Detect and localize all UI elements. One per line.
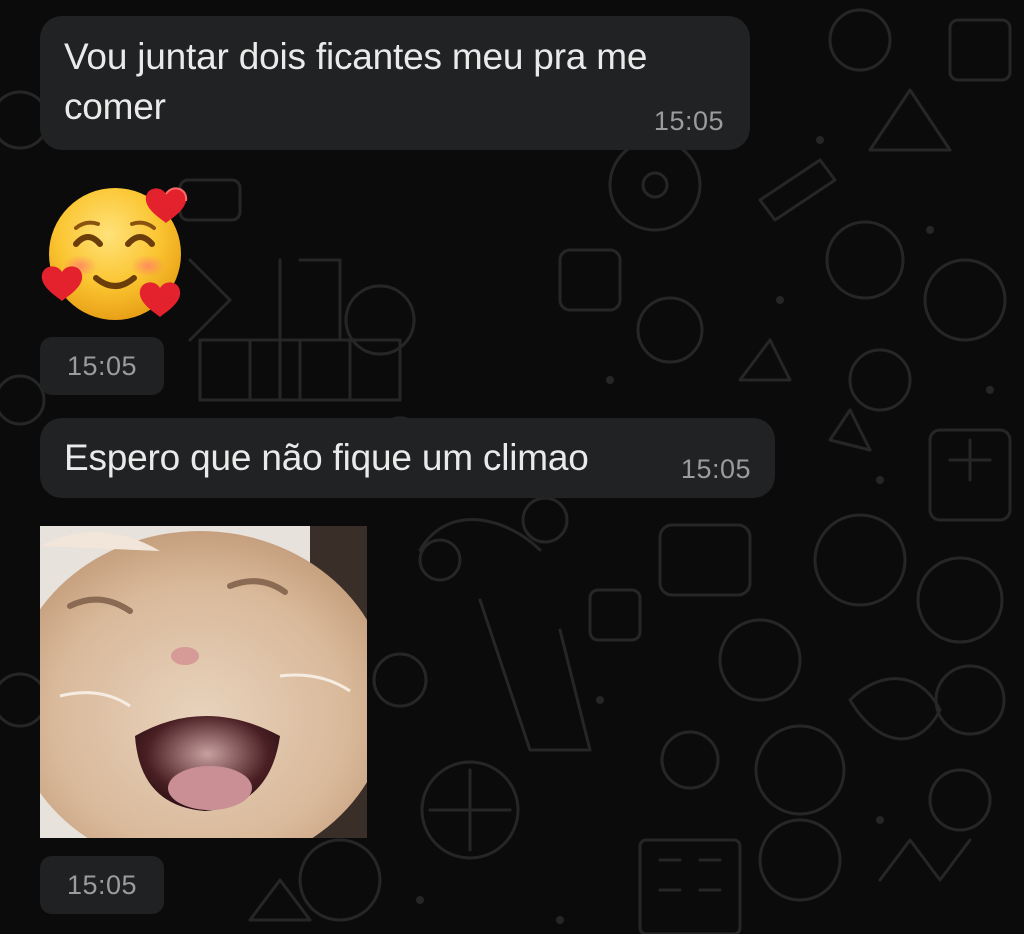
message-text: Espero que não fique um climao bbox=[64, 437, 589, 478]
laughing-cat-sticker[interactable] bbox=[40, 526, 367, 838]
message-timestamp: 15:05 bbox=[66, 351, 138, 381]
message-timestamp: 15:05 bbox=[66, 870, 138, 900]
smiling-face-with-hearts-icon bbox=[41, 187, 188, 320]
incoming-message-bubble[interactable]: Espero que não fique um climao 15:05 bbox=[40, 418, 775, 498]
smiling-face-with-hearts-emoji-sticker[interactable] bbox=[40, 182, 190, 327]
message-timestamp: 15:05 bbox=[680, 454, 751, 484]
sticker-timestamp-chip: 15:05 bbox=[40, 856, 164, 914]
message-text: Vou juntar dois ficantes meu pra me come… bbox=[64, 36, 648, 127]
sticker-timestamp-chip: 15:05 bbox=[40, 337, 164, 395]
incoming-message-bubble[interactable]: Vou juntar dois ficantes meu pra me come… bbox=[40, 16, 750, 150]
message-timestamp: 15:05 bbox=[653, 106, 724, 136]
laughing-cat-image bbox=[40, 526, 367, 838]
